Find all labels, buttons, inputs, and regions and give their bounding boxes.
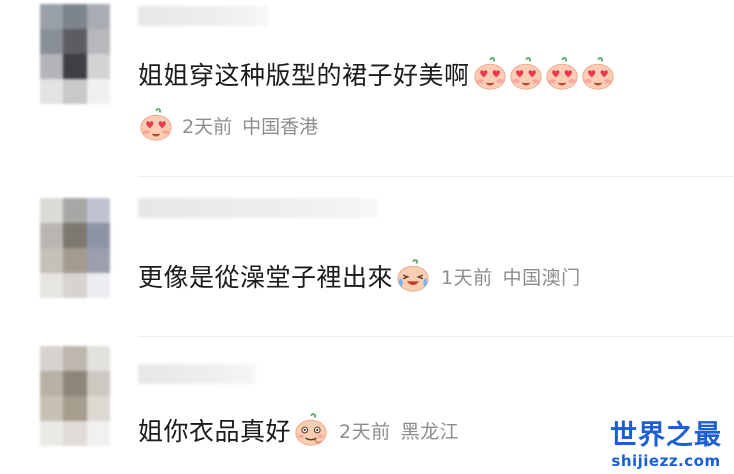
comment-time: 1天前 <box>441 266 493 289</box>
comment-text: 姐姐穿这种版型的裙子好美啊 <box>138 61 470 90</box>
smirk-icon <box>293 413 329 447</box>
avatar[interactable] <box>40 346 110 446</box>
comment-content-line: 更像是從澡堂子裡出來 1天前 中国澳门 <box>138 258 581 294</box>
comment-item[interactable]: 姐姐穿这种版型的裙子好美啊 2天前 中国香港 <box>0 0 734 176</box>
comment-text: 更像是從澡堂子裡出來 <box>138 263 394 292</box>
comment-content-line: 姐你衣品真好 2天前 黑龙江 <box>138 412 459 448</box>
comment-item[interactable]: 更像是從澡堂子裡出來 1天前 中国澳门 <box>0 176 734 336</box>
comment-meta: 1天前 中国澳门 <box>441 263 581 290</box>
username-blurred[interactable] <box>138 198 378 218</box>
comment-location: 黑龙江 <box>400 420 460 443</box>
comment-content-line: 姐姐穿这种版型的裙子好美啊 <box>138 56 616 92</box>
username-blurred[interactable] <box>138 6 268 26</box>
comment-meta: 2天前 黑龙江 <box>339 417 459 444</box>
heart-eyes-icon <box>138 108 174 142</box>
comment-time: 2天前 <box>339 420 391 443</box>
avatar[interactable] <box>40 198 110 298</box>
avatar[interactable] <box>40 4 110 104</box>
comment-text: 姐你衣品真好 <box>138 417 292 446</box>
watermark-title: 世界之最 <box>610 420 722 451</box>
comment-location: 中国澳门 <box>502 266 581 289</box>
watermark-site: shijiezz.com <box>611 452 721 470</box>
comment-location: 中国香港 <box>242 115 319 138</box>
username-blurred[interactable] <box>138 364 256 384</box>
heart-eyes-icon <box>472 57 508 91</box>
comment-time: 2天前 <box>182 115 233 138</box>
heart-eyes-icon <box>544 57 580 91</box>
comment-meta: 2天前 中国香港 <box>138 108 318 142</box>
heart-eyes-icon <box>580 57 616 91</box>
crying-laughing-icon <box>395 259 431 293</box>
heart-eyes-icon <box>508 57 544 91</box>
watermark: 世界之最 shijiezz.com <box>610 420 722 470</box>
